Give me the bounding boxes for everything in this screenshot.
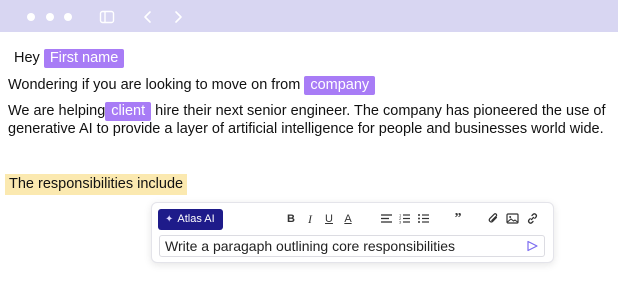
attachment-icon[interactable]	[486, 210, 500, 228]
underline-icon[interactable]: U	[322, 210, 336, 228]
quote-icon[interactable]: ”	[451, 210, 465, 228]
italic-icon[interactable]: I	[303, 210, 317, 228]
sidebar-toggle-icon[interactable]	[99, 9, 115, 25]
bullet-list-icon[interactable]	[416, 210, 430, 228]
window-titlebar	[0, 0, 618, 32]
greeting-text: Hey	[14, 50, 40, 66]
atlas-ai-label: Atlas AI	[177, 213, 215, 225]
maximize-dot[interactable]	[64, 13, 72, 21]
sparkle-icon: ✦	[165, 214, 174, 225]
company-line-text: Wondering if you are looking to move on …	[8, 77, 301, 93]
ai-prompt-input[interactable]	[165, 236, 515, 256]
first-name-tag[interactable]: First name	[43, 49, 125, 68]
close-dot[interactable]	[27, 13, 35, 21]
link-icon[interactable]	[525, 210, 539, 228]
body-paragraph: We are helping client hire their next sen…	[8, 102, 608, 138]
highlighted-selection[interactable]: The responsibilities include	[5, 174, 188, 195]
align-icon[interactable]	[379, 210, 393, 228]
image-icon[interactable]	[505, 210, 519, 228]
ordered-list-icon[interactable]: 123	[397, 210, 411, 228]
greeting-line: Hey First name	[14, 49, 125, 68]
atlas-ai-button[interactable]: ✦ Atlas AI	[158, 209, 223, 230]
minimize-dot[interactable]	[46, 13, 54, 21]
paragraph-prefix: We are helping	[8, 103, 106, 119]
svg-text:3: 3	[399, 220, 402, 225]
back-arrow-icon[interactable]	[140, 9, 156, 25]
ai-prompt-field[interactable]	[159, 235, 545, 257]
forward-arrow-icon[interactable]	[170, 9, 186, 25]
company-line: Wondering if you are looking to move on …	[8, 76, 376, 95]
send-icon[interactable]	[526, 240, 538, 252]
text-color-icon[interactable]: A	[341, 210, 355, 228]
client-tag[interactable]: client	[105, 102, 152, 121]
company-tag[interactable]: company	[304, 76, 376, 95]
bold-icon[interactable]: B	[284, 210, 298, 228]
ai-assistant-panel: ✦ Atlas AI B I U A 123 ”	[151, 202, 554, 263]
